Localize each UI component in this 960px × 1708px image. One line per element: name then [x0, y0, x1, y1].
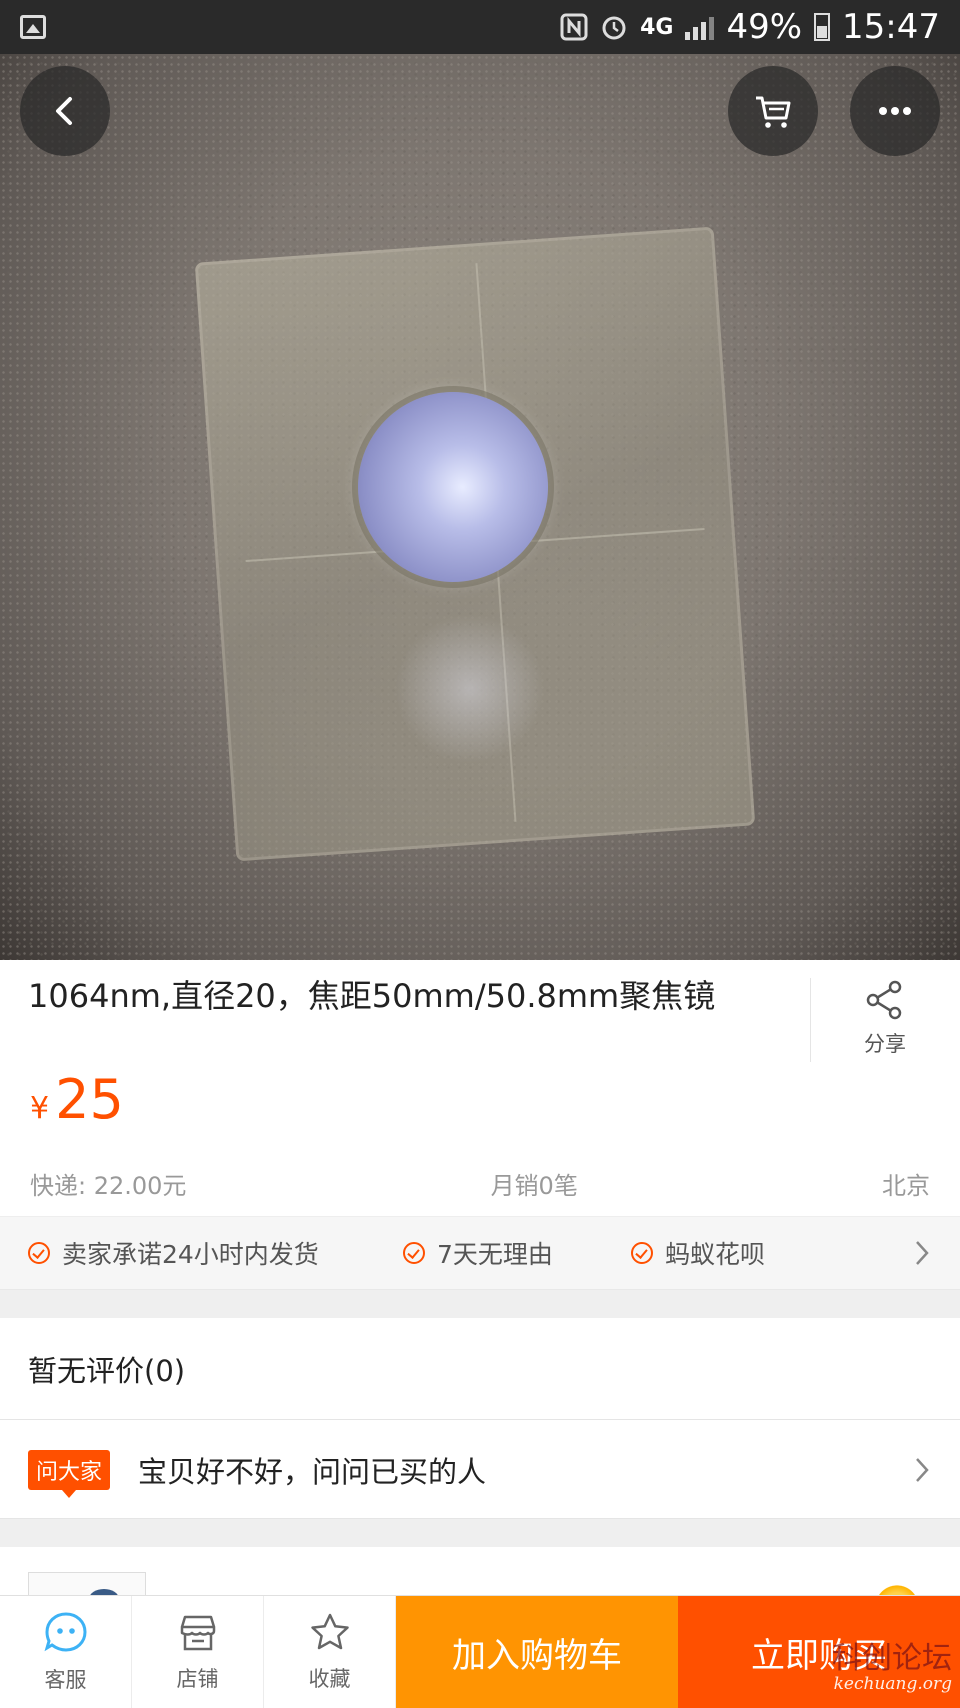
lens [358, 392, 548, 582]
service-promises[interactable]: 卖家承诺24小时内发货 7天无理由 蚂蚁花呗 [0, 1216, 960, 1290]
bag-glare [395, 614, 545, 764]
shop-label: 店铺 [176, 1667, 219, 1691]
promise-item: 蚂蚁花呗 [631, 1235, 765, 1271]
buy-now-button[interactable]: 立即购买 科创论坛 kechuang.org [678, 1596, 960, 1708]
monthly-sales: 月销0笔 [490, 1172, 578, 1200]
share-divider [810, 978, 811, 1062]
shipping-fee: 快递: 22.00元 [30, 1172, 187, 1200]
price-value: 25 [55, 1068, 124, 1131]
add-to-cart-button[interactable]: 加入购物车 [396, 1596, 678, 1708]
product-image[interactable] [0, 54, 960, 960]
bottom-action-bar: 客服 店铺 收藏 加入购物车 立即购买 科创论坛 kechuang.org [0, 1595, 960, 1708]
chevron-left-icon [56, 97, 72, 125]
promise-label: 7天无理由 [437, 1240, 553, 1269]
shop-icon [180, 1615, 215, 1651]
reviews-label: 暂无评价(0) [28, 1353, 186, 1388]
ask-text: 宝贝好不好，问问已买的人 [138, 1454, 487, 1489]
clock: 15:47 [842, 7, 940, 47]
watermark: 科创论坛 kechuang.org [832, 1642, 952, 1694]
chevron-right-icon [916, 1457, 929, 1482]
customer-service-button[interactable]: 客服 [0, 1596, 132, 1708]
section-gap [0, 1519, 960, 1547]
share-label: 分享 [864, 1032, 906, 1056]
promise-item: 卖家承诺24小时内发货 [28, 1235, 403, 1271]
back-button[interactable] [20, 66, 110, 156]
ask-badge: 问大家 [28, 1449, 111, 1498]
watermark-url: kechuang.org [833, 1674, 952, 1695]
gallery-notification-icon [20, 15, 46, 39]
alarm-icon [602, 16, 626, 40]
status-bar: 4G 49% 15:47 [0, 0, 960, 54]
check-circle-icon [403, 1242, 425, 1264]
cart-icon [756, 96, 791, 128]
currency-symbol: ¥ [30, 1091, 50, 1126]
nfc-icon [560, 13, 588, 41]
check-circle-icon [28, 1242, 50, 1264]
signal-icon [685, 14, 715, 40]
favorite-button[interactable]: 收藏 [264, 1596, 396, 1708]
service-label: 客服 [44, 1668, 87, 1692]
star-icon [310, 1613, 349, 1650]
shipping-sales-row: 快递: 22.00元 月销0笔 北京 [30, 1166, 930, 1202]
shop-button[interactable]: 店铺 [132, 1596, 264, 1708]
status-indicators: 4G 49% 15:47 [560, 7, 940, 47]
reviews-row[interactable]: 暂无评价(0) [0, 1318, 960, 1420]
share-button[interactable]: 分享 [840, 978, 930, 1068]
cart-button[interactable] [728, 66, 818, 156]
chevron-right-icon [916, 1241, 929, 1265]
battery-percent: 49% [726, 7, 803, 47]
section-gap [0, 1290, 960, 1318]
customer-service-icon [44, 1612, 87, 1652]
promise-item: 7天无理由 [403, 1235, 631, 1271]
promise-label: 卖家承诺24小时内发货 [62, 1240, 319, 1269]
price: ¥ 25 [30, 1068, 124, 1131]
more-button[interactable] [850, 66, 940, 156]
watermark-text: 科创论坛 [832, 1641, 952, 1677]
more-icon [879, 107, 911, 115]
share-icon [866, 980, 902, 1020]
product-title: 1064nm,直径20，焦距50mm/50.8mm聚焦镜 [28, 977, 716, 1015]
ask-row[interactable]: 问大家 宝贝好不好，问问已买的人 [0, 1421, 960, 1519]
battery-icon [814, 13, 831, 41]
network-type: 4G [640, 14, 674, 40]
check-circle-icon [631, 1242, 653, 1264]
promise-label: 蚂蚁花呗 [665, 1240, 766, 1269]
favorite-label: 收藏 [308, 1667, 351, 1691]
ship-location: 北京 [881, 1172, 930, 1200]
